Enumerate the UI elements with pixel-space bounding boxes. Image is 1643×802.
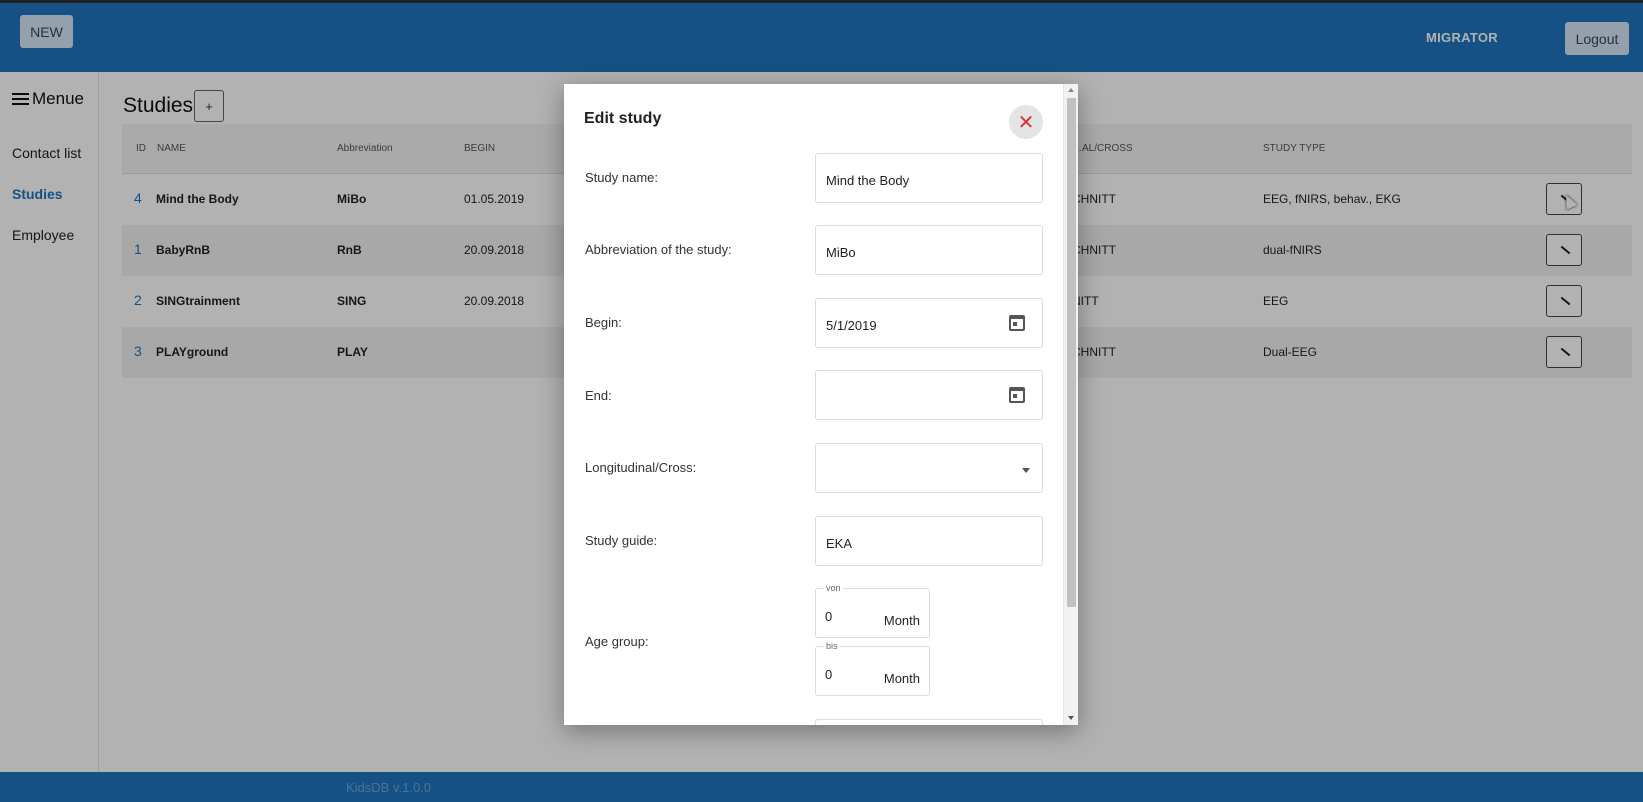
begin-label: Begin: — [585, 315, 622, 330]
chevron-down-icon — [1022, 468, 1030, 473]
end-label: End: — [585, 388, 612, 403]
longitudinal-cross-select[interactable] — [815, 443, 1043, 493]
scroll-up-icon[interactable] — [1068, 88, 1074, 92]
study-guide-value: EKA — [826, 536, 853, 551]
calendar-icon[interactable] — [1009, 315, 1025, 331]
close-icon[interactable]: ✕ — [1009, 105, 1043, 139]
age-to-value: 0 — [825, 667, 833, 682]
calendar-icon[interactable] — [1009, 387, 1025, 403]
abbreviation-value: MiBo — [826, 245, 856, 260]
begin-date-input[interactable]: 5/1/2019 — [815, 298, 1043, 348]
age-from-unit: Month — [883, 613, 920, 628]
abbreviation-label: Abbreviation of the study: — [585, 242, 732, 257]
age-to-input[interactable]: bis 0 Month — [815, 641, 930, 696]
dialog-scrollbar[interactable] — [1063, 84, 1078, 725]
edit-study-dialog: Edit study ✕ Study name: Mind the Body A… — [564, 84, 1078, 725]
age-to-legend: bis — [824, 641, 840, 651]
age-to-unit: Month — [883, 671, 920, 686]
study-name-label: Study name: — [585, 170, 658, 185]
end-date-input[interactable] — [815, 370, 1043, 420]
longitudinal-cross-label: Longitudinal/Cross: — [585, 460, 697, 475]
abbreviation-input[interactable]: MiBo — [815, 225, 1043, 275]
study-name-value: Mind the Body — [826, 173, 910, 188]
age-from-value: 0 — [825, 609, 833, 624]
study-name-input[interactable]: Mind the Body — [815, 153, 1043, 203]
study-guide-input[interactable]: EKA — [815, 516, 1043, 566]
dialog-title: Edit study — [584, 110, 662, 127]
scroll-down-icon[interactable] — [1068, 716, 1074, 720]
begin-date-value: 5/1/2019 — [826, 318, 877, 333]
study-guide-label: Study guide: — [585, 533, 658, 548]
age-from-input[interactable]: von 0 Month — [815, 583, 930, 638]
next-field-input[interactable] — [815, 719, 1043, 725]
age-group-label: Age group: — [585, 634, 649, 649]
scroll-thumb[interactable] — [1067, 98, 1076, 607]
age-from-legend: von — [824, 583, 843, 593]
